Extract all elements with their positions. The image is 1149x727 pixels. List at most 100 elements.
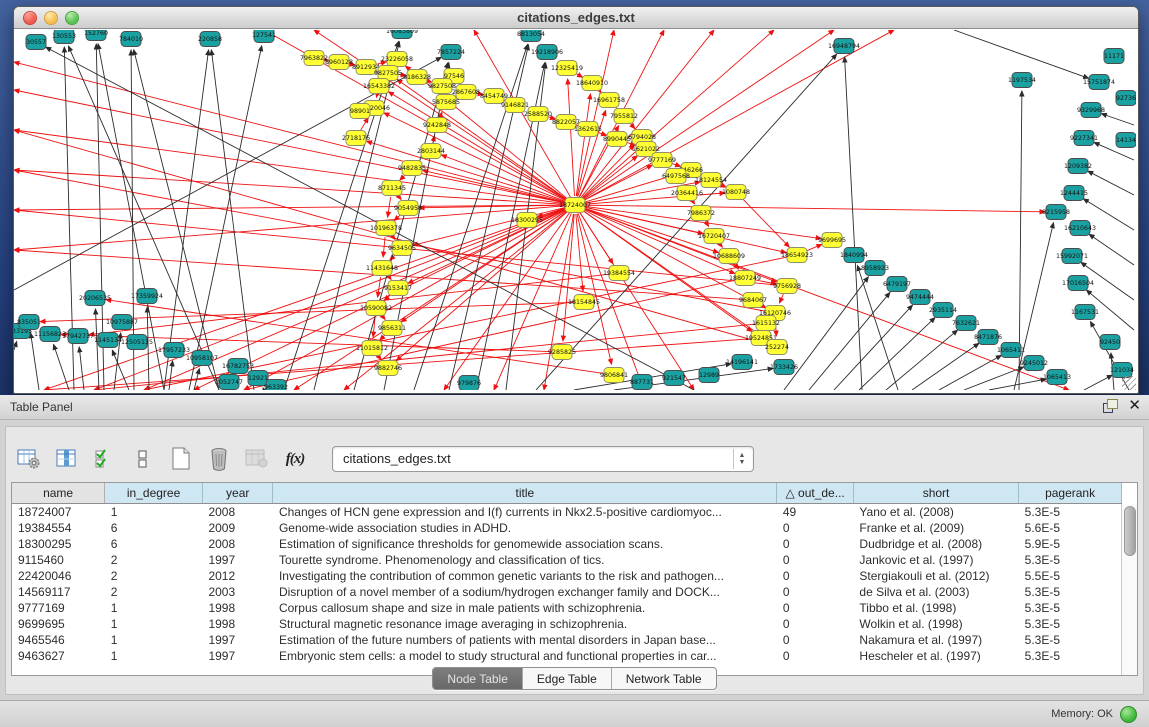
graph-edge[interactable] xyxy=(376,95,377,97)
graph-edge[interactable] xyxy=(705,221,708,227)
graph-node-label: 16720407 xyxy=(698,233,730,240)
table-row[interactable]: 1938455462009Genome-wide association stu… xyxy=(12,520,1122,536)
graph-edge[interactable] xyxy=(44,208,567,390)
graph-edge[interactable] xyxy=(14,130,566,204)
graph-edge[interactable] xyxy=(79,347,84,390)
table-panel-header: Table Panel ✕ xyxy=(0,395,1149,420)
graph-edge[interactable] xyxy=(314,42,399,390)
network-canvas[interactable]: 1872400779638228960128891293423226058982… xyxy=(14,29,1138,392)
tab-network-table[interactable]: Network Table xyxy=(612,668,716,689)
window-title: citations_edges.txt xyxy=(14,10,1138,25)
graph-edge[interactable] xyxy=(805,244,822,251)
graph-edge[interactable] xyxy=(568,79,575,196)
vertical-scrollbar[interactable] xyxy=(1121,504,1137,675)
graph-edge[interactable] xyxy=(106,300,605,374)
graph-node-label: 17359924 xyxy=(131,293,163,300)
graph-edge[interactable] xyxy=(779,294,783,303)
graph-edge[interactable] xyxy=(581,145,634,199)
memory-ok-indicator[interactable] xyxy=(1120,706,1137,723)
graph-node-label: 7955812 xyxy=(610,113,638,120)
column-header-outde[interactable]: △ out_de... xyxy=(777,483,854,504)
graph-edge[interactable] xyxy=(1084,375,1112,390)
graph-edge[interactable] xyxy=(444,212,570,390)
graph-edge[interactable] xyxy=(211,50,254,390)
column-header-title[interactable]: title xyxy=(273,483,777,504)
row-height-icon[interactable] xyxy=(130,446,156,472)
graph-edge[interactable] xyxy=(742,198,789,247)
graph-edge[interactable] xyxy=(189,46,262,390)
table-row[interactable]: 1830029562008Estimation of significance … xyxy=(12,536,1122,552)
graph-edge[interactable] xyxy=(886,330,958,390)
attribute-table[interactable]: namein_degreeyeartitle△ out_de...shortpa… xyxy=(12,483,1122,664)
graph-node-label: 8990445 xyxy=(603,136,631,143)
table-row[interactable]: 2242004622012Investigating the contribut… xyxy=(12,568,1122,584)
graph-node-label: 921547 xyxy=(662,375,686,382)
column-header-pagerank[interactable]: pagerank xyxy=(1019,483,1122,504)
graph-edge[interactable] xyxy=(912,343,979,390)
column-header-indegree[interactable]: in_degree xyxy=(105,483,203,504)
graph-node-label: 1209382 xyxy=(1064,163,1092,170)
table-row[interactable]: 969969511998Structural magnetic resonanc… xyxy=(12,616,1122,632)
graph-edge[interactable] xyxy=(147,307,149,390)
tab-edge-table[interactable]: Edge Table xyxy=(523,668,612,689)
graph-edge[interactable] xyxy=(845,57,862,390)
graph-edge[interactable] xyxy=(384,113,567,201)
graph-edge[interactable] xyxy=(584,205,1045,212)
graph-node-label: 17957233 xyxy=(158,347,190,354)
graph-edge[interactable] xyxy=(954,30,1089,78)
graph-node-label: 16782753 xyxy=(222,363,254,370)
table-row[interactable]: 911546021997Tourette syndrome. Phenomeno… xyxy=(12,552,1122,568)
graph-edge[interactable] xyxy=(169,361,173,390)
graph-node-label: 8960128 xyxy=(325,59,353,66)
graph-edge[interactable] xyxy=(939,355,1001,390)
graph-edge[interactable] xyxy=(14,170,566,204)
table-toolbar: f(x) citations_edges.txt ▲▼ xyxy=(16,443,754,475)
graph-edge[interactable] xyxy=(583,165,652,201)
new-table-icon[interactable] xyxy=(168,446,194,472)
select-rows-checks-icon[interactable] xyxy=(92,446,118,472)
delete-table-icon[interactable] xyxy=(206,446,232,472)
function-builder-icon[interactable]: f(x) xyxy=(282,446,308,472)
graph-edge[interactable] xyxy=(989,379,1046,390)
graph-node-label: 20206535 xyxy=(79,295,111,302)
graph-edge[interactable] xyxy=(294,210,567,390)
graph-edge[interactable] xyxy=(95,309,99,390)
graph-edge[interactable] xyxy=(14,90,566,203)
table-row[interactable]: 1456911722003Disruption of a novel membe… xyxy=(12,584,1122,600)
graph-node-label: 835051 xyxy=(17,319,41,326)
table-row[interactable]: 1872400712008Changes of HCN gene express… xyxy=(12,504,1122,521)
graph-edge[interactable] xyxy=(14,205,566,210)
graph-edge[interactable] xyxy=(809,292,890,390)
tab-node-table[interactable]: Node Table xyxy=(433,668,523,689)
table-row[interactable]: 977716911998Corpus callosum shape and si… xyxy=(12,600,1122,616)
window-titlebar[interactable]: citations_edges.txt xyxy=(14,7,1138,29)
graph-node-label: 1621022 xyxy=(632,146,660,153)
graph-node-label: 8454749 xyxy=(480,93,508,100)
window-resize-grip[interactable] xyxy=(1122,376,1136,390)
graph-edge[interactable] xyxy=(859,318,935,390)
graph-edge[interactable] xyxy=(1088,171,1134,195)
graph-edge[interactable] xyxy=(54,344,69,390)
table-selector-dropdown[interactable]: citations_edges.txt ▲▼ xyxy=(332,446,754,472)
column-header-short[interactable]: short xyxy=(853,483,1018,504)
column-header-year[interactable]: year xyxy=(202,483,273,504)
column-header-name[interactable]: name xyxy=(12,483,105,504)
graph-edge[interactable] xyxy=(14,341,17,350)
memory-status-label: Memory: OK xyxy=(1051,708,1113,720)
table-row[interactable]: 946554611997Estimation of the future num… xyxy=(12,632,1122,648)
close-panel-icon[interactable]: ✕ xyxy=(1128,399,1141,413)
table-settings-icon[interactable] xyxy=(16,446,42,472)
graph-edge[interactable] xyxy=(361,117,369,130)
scrollbar-thumb[interactable] xyxy=(1124,506,1136,556)
select-columns-icon[interactable] xyxy=(54,446,80,472)
table-row[interactable]: 946362711997Embryonic stem cells: a mode… xyxy=(12,648,1122,664)
graph-node-label: 152760 xyxy=(84,30,108,37)
graph-edge[interactable] xyxy=(31,333,39,390)
graph-node-label: 15992071 xyxy=(1056,253,1088,260)
graph-edge[interactable] xyxy=(1089,234,1134,265)
float-window-icon[interactable] xyxy=(1103,399,1118,413)
citation-network-graph[interactable]: 1872400779638228960128891293423226058982… xyxy=(14,30,1136,390)
graph-edge[interactable] xyxy=(1101,114,1134,125)
graph-edge[interactable] xyxy=(94,208,567,390)
graph-node-label: 18154845 xyxy=(568,299,600,306)
